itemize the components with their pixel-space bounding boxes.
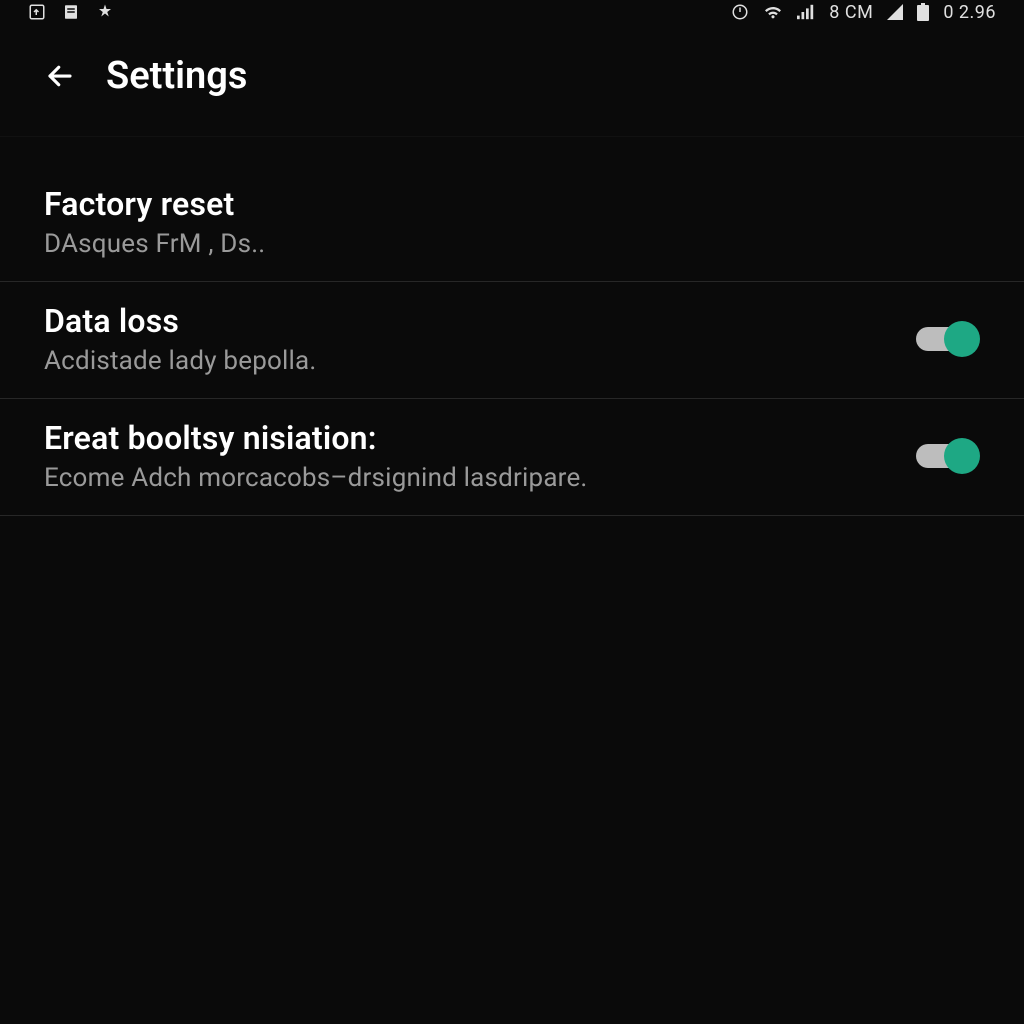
row-title: Data loss: [44, 302, 896, 340]
settings-list: Factory reset DAsques FrM , Ds.. Data lo…: [0, 137, 1024, 516]
row-text: Data loss Acdistade lady bepolla.: [44, 302, 896, 376]
app-icon: [96, 3, 114, 21]
app-bar: Settings: [0, 24, 1024, 137]
document-icon: [62, 3, 80, 21]
row-subtitle: Acdistade lady bepolla.: [44, 346, 896, 376]
status-bar-left: [28, 3, 114, 21]
settings-row-data-loss[interactable]: Data loss Acdistade lady bepolla.: [0, 282, 1024, 399]
share-icon: [28, 3, 46, 21]
page-title: Settings: [106, 54, 247, 98]
back-arrow-icon[interactable]: [44, 60, 76, 92]
battery-icon: [917, 3, 929, 21]
row-subtitle: DAsques FrM , Ds..: [44, 229, 980, 259]
row-title: Ereat booltsy nisiation:: [44, 419, 896, 457]
settings-row-factory-reset[interactable]: Factory reset DAsques FrM , Ds..: [0, 165, 1024, 282]
time-label: 0 2.96: [943, 2, 996, 23]
signal2-icon: [887, 4, 903, 20]
status-bar: 8 CM 0 2.96: [0, 0, 1024, 24]
status-bar-right: 8 CM 0 2.96: [731, 2, 996, 23]
row-text: Ereat booltsy nisiation: Ecome Adch morc…: [44, 419, 896, 493]
settings-row-ereat-booltsy[interactable]: Ereat booltsy nisiation: Ecome Adch morc…: [0, 399, 1024, 516]
toggle-thumb: [944, 438, 980, 474]
toggle-thumb: [944, 321, 980, 357]
toggle-data-loss[interactable]: [916, 321, 980, 357]
signal-icon: [797, 4, 815, 20]
toggle-ereat-booltsy[interactable]: [916, 438, 980, 474]
row-title: Factory reset: [44, 185, 980, 223]
carrier-label: 8 CM: [829, 2, 873, 23]
row-subtitle: Ecome Adch morcacobs–drsignind lasdripar…: [44, 463, 896, 493]
row-text: Factory reset DAsques FrM , Ds..: [44, 185, 980, 259]
wifi-icon: [763, 4, 783, 20]
power-icon: [731, 3, 749, 21]
